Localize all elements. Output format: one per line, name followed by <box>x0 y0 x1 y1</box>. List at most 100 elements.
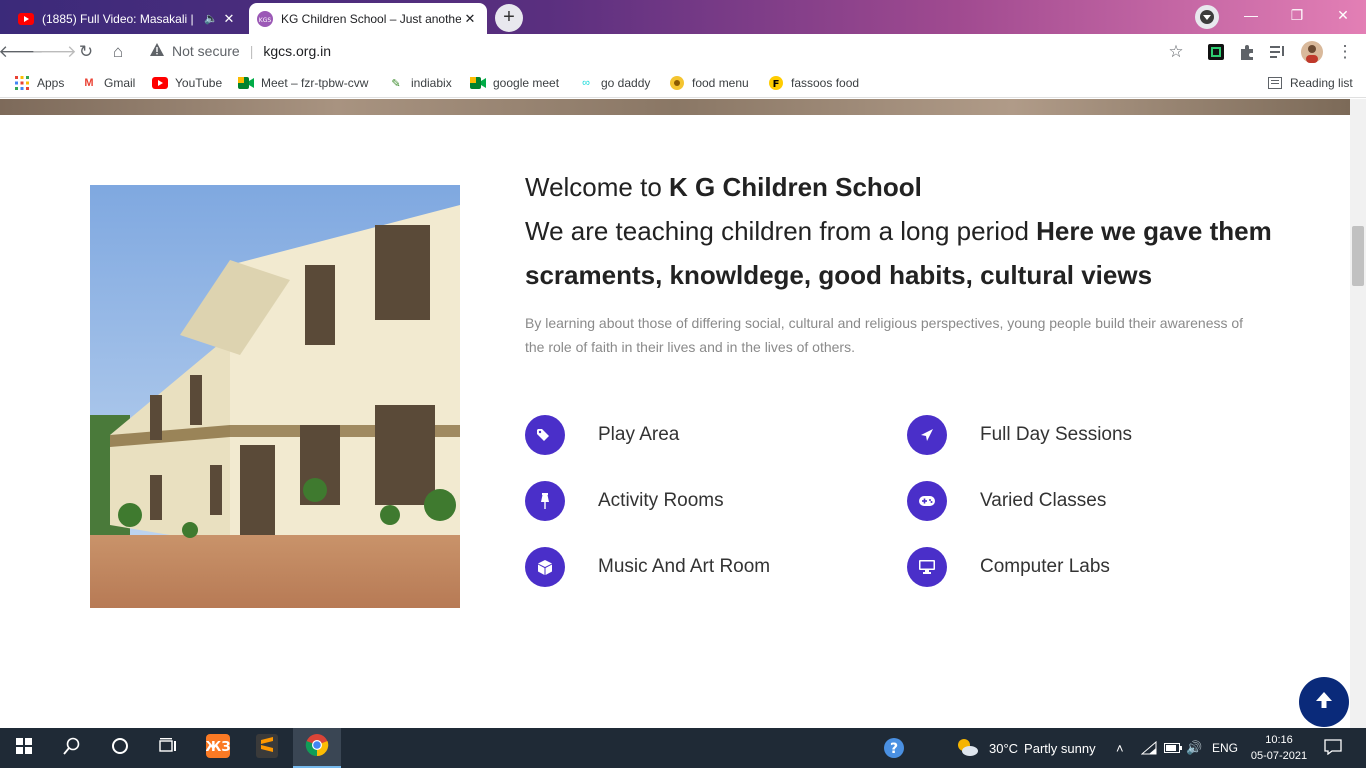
desktop-icon <box>907 547 947 587</box>
feature-play-area: Play Area <box>525 415 679 455</box>
task-view-button[interactable] <box>144 728 192 768</box>
bookmark-label: fassoos food <box>791 76 860 90</box>
weather-widget[interactable]: 30°C Partly sunny <box>955 728 1096 768</box>
sublime-text-icon <box>256 733 278 763</box>
feature-varied-classes: Varied Classes <box>907 481 1106 521</box>
bookmark-indiabix[interactable]: ✎ indiabix <box>388 75 451 91</box>
clock-time: 10:16 <box>1265 734 1293 746</box>
feature-activity-rooms: Activity Rooms <box>525 481 724 521</box>
minimize-button[interactable]: — <box>1228 0 1274 30</box>
tab-kg-children-school[interactable]: KGS KG Children School – Just anothe ✕ <box>249 3 487 34</box>
warning-icon <box>150 43 164 59</box>
xampp-taskbar-button[interactable]: ЖЗ <box>194 728 242 768</box>
clock-date: 05-07-2021 <box>1250 750 1308 762</box>
volume-icon[interactable]: 🔊 <box>1186 728 1202 768</box>
cube-icon <box>525 547 565 587</box>
svg-text:?: ? <box>890 741 898 757</box>
battery-icon[interactable] <box>1164 728 1182 768</box>
search-button[interactable] <box>48 728 96 768</box>
bookmark-google-meet[interactable]: google meet <box>470 75 559 91</box>
url-text[interactable]: kgcs.org.in <box>263 43 331 59</box>
svg-text:F: F <box>773 79 780 90</box>
reading-list-label: Reading list <box>1290 76 1353 90</box>
svg-text:KGS: KGS <box>259 17 272 24</box>
youtube-icon <box>152 75 168 91</box>
network-icon[interactable] <box>1141 728 1157 768</box>
notification-icon <box>1324 738 1342 758</box>
svg-text:ЖЗ: ЖЗ <box>206 740 230 755</box>
bookmarks-bar: Apps M Gmail YouTube Meet – fzr-tpbw-cvw … <box>0 70 1366 98</box>
media-control-icon[interactable] <box>1266 40 1290 64</box>
bookmark-label: google meet <box>493 76 560 90</box>
apps-grid-icon <box>14 75 30 91</box>
weather-condition: Partly sunny <box>1024 740 1096 756</box>
description-text: By learning about those of differing soc… <box>525 315 1244 355</box>
clock[interactable]: 10:16 05-07-2021 <box>1248 728 1310 768</box>
page-scrollbar[interactable] <box>1350 99 1366 729</box>
language-indicator[interactable]: ENG <box>1212 728 1238 768</box>
bookmark-label: Gmail <box>104 76 136 90</box>
tab-close-button[interactable]: ✕ <box>461 11 479 27</box>
avatar[interactable] <box>1300 40 1324 64</box>
meet-icon <box>238 75 254 91</box>
indiabix-icon: ✎ <box>391 77 401 90</box>
fassos-icon: F <box>768 75 784 91</box>
tab-youtube[interactable]: (1885) Full Video: Masakali | 🔈 ✕ <box>10 3 246 34</box>
bookmark-label: Apps <box>37 76 65 90</box>
partly-sunny-icon <box>955 737 979 760</box>
reload-button[interactable]: ↻ <box>74 40 98 64</box>
feature-music-and-art-room: Music And Art Room <box>525 547 770 587</box>
restore-button[interactable]: ❐ <box>1274 0 1320 30</box>
reading-list-button[interactable]: Reading list <box>1267 75 1353 91</box>
browser-toolbar: 🡐 🡒 ↻ ⌂ Not secure | kgcs.org.in ☆ ⋮ <box>0 34 1366 70</box>
speaker-icon[interactable]: 🔈 <box>202 12 220 25</box>
notification-center-button[interactable] <box>1324 728 1342 768</box>
arrow-up-icon <box>1315 691 1333 714</box>
close-window-button[interactable]: ✕ <box>1320 0 1366 30</box>
food-icon <box>669 75 685 91</box>
bookmark-gmail[interactable]: M Gmail <box>81 75 135 91</box>
browser-tab-strip: (1885) Full Video: Masakali | 🔈 ✕ KGS KG… <box>0 0 1366 34</box>
bookmark-go-daddy[interactable]: ∞ go daddy <box>578 75 650 91</box>
show-hidden-icons-button[interactable]: ˄ <box>1116 728 1124 768</box>
youtube-icon <box>18 11 34 27</box>
scrollbar-thumb[interactable] <box>1352 226 1364 286</box>
feature-label: Full Day Sessions <box>980 424 1133 445</box>
bookmark-apps[interactable]: Apps <box>14 75 64 91</box>
new-tab-button[interactable]: + <box>495 4 523 32</box>
home-button[interactable]: ⌂ <box>106 40 130 64</box>
forward-button[interactable]: 🡒 <box>31 40 77 64</box>
school-building-photo <box>90 185 460 608</box>
menu-kebab-icon[interactable]: ⋮ <box>1333 40 1357 64</box>
security-status[interactable]: Not secure <box>172 43 240 59</box>
bookmark-label: food menu <box>692 76 749 90</box>
back-button[interactable]: 🡐 <box>0 40 44 64</box>
sublime-taskbar-button[interactable] <box>243 728 291 768</box>
task-view-icon <box>159 737 177 759</box>
start-button[interactable] <box>0 728 48 768</box>
extension-icon[interactable] <box>1204 40 1228 64</box>
cortana-button[interactable] <box>96 728 144 768</box>
feature-full-day-sessions: Full Day Sessions <box>907 415 1132 455</box>
bookmark-star-icon[interactable]: ☆ <box>1164 40 1188 64</box>
tab-title: (1885) Full Video: Masakali | <box>42 11 194 26</box>
chrome-taskbar-button[interactable] <box>293 728 341 768</box>
feature-label: Play Area <box>598 424 680 445</box>
bookmark-meet[interactable]: Meet – fzr-tpbw-cvw <box>238 75 368 91</box>
windows-logo-icon <box>16 737 32 759</box>
windows-taskbar: ЖЗ ? 30°C Partly sunny ˄ 🔊 ENG 10:16 05-… <box>0 728 1366 768</box>
chrome-icon <box>305 733 329 762</box>
tab-close-button[interactable]: ✕ <box>220 11 238 27</box>
help-tray-icon[interactable]: ? <box>882 728 906 768</box>
search-icon <box>63 737 81 760</box>
bookmark-youtube[interactable]: YouTube <box>152 75 222 91</box>
tagline-prefix: We are teaching children from a long per… <box>525 216 1037 246</box>
extensions-puzzle-icon[interactable] <box>1235 40 1259 64</box>
gmail-icon: M <box>84 77 94 89</box>
address-bar[interactable]: Not secure | kgcs.org.in <box>150 43 331 59</box>
tab-search-button[interactable] <box>1195 5 1219 29</box>
tags-icon <box>525 415 565 455</box>
back-to-top-button[interactable] <box>1299 677 1349 727</box>
bookmark-food-menu[interactable]: food menu <box>669 75 749 91</box>
bookmark-fassoos-food[interactable]: Ffassoos food <box>768 75 859 91</box>
